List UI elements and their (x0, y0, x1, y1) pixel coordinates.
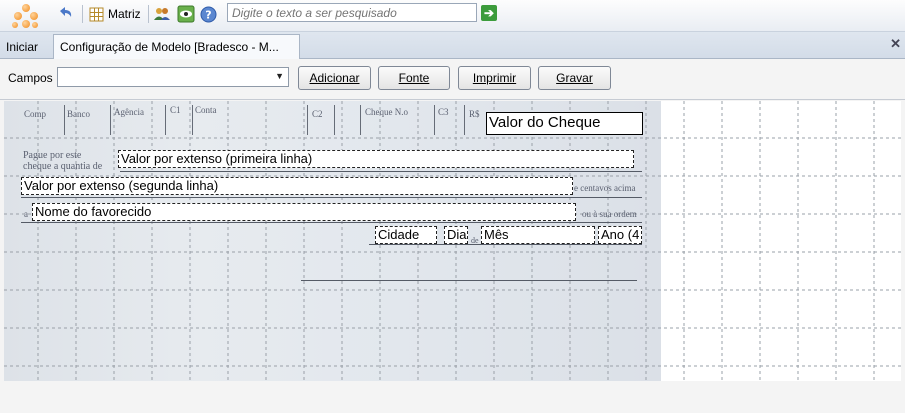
adicionar-label: Adicionar (309, 71, 360, 85)
gravar-button[interactable]: Gravar (538, 66, 611, 90)
undo-button[interactable] (56, 4, 74, 24)
view-button[interactable] (177, 4, 195, 24)
svg-text:?: ? (205, 8, 211, 21)
undo-icon (60, 7, 72, 17)
tab-strip: Iniciar Configuração de Modelo [Bradesco… (0, 32, 905, 60)
imprimir-label: Imprimir (472, 71, 517, 85)
field-valor-extenso-2[interactable]: Valor por extenso (segunda linha) (21, 177, 573, 195)
fonte-button[interactable]: Fonte (378, 66, 450, 90)
tab-configuracao-modelo[interactable]: Configuração de Modelo [Bradesco - M... (53, 34, 300, 60)
campos-select[interactable]: ▼ (57, 67, 289, 87)
printed-banco: Banco (67, 109, 90, 119)
matriz-label: Matriz (108, 7, 141, 21)
close-tab-icon[interactable]: ✕ (890, 36, 901, 52)
users-icon (154, 8, 170, 20)
printed-rs: R$ (469, 109, 480, 119)
printed-a: a (24, 209, 28, 219)
eye-icon (177, 5, 195, 23)
tab-configuracao-modelo-label: Configuração de Modelo [Bradesco - M... (60, 40, 279, 54)
arrow-right-icon: ➔ (483, 6, 495, 20)
help-icon: ? (200, 6, 217, 22)
printed-c3: C3 (438, 107, 449, 117)
campos-label: Campos (8, 71, 53, 85)
printed-pague-1: Pague por este (23, 150, 82, 161)
tab-iniciar[interactable]: Iniciar (6, 40, 38, 54)
printed-agencia: Agência (114, 107, 144, 117)
printed-c2: C2 (312, 109, 323, 119)
printed-conta: Conta (195, 105, 217, 115)
field-valor-extenso-1[interactable]: Valor por extenso (primeira linha) (118, 150, 634, 168)
matriz-button[interactable]: Matriz (89, 4, 141, 24)
field-valor-cheque[interactable]: Valor do Cheque (486, 112, 643, 135)
search-go-button[interactable]: ➔ (481, 5, 497, 21)
cheque-canvas[interactable]: Comp Banco Agência C1 Conta C2 Cheque N.… (4, 101, 901, 381)
users-button[interactable] (153, 4, 171, 24)
printed-de: de (471, 236, 479, 245)
gravar-label: Gravar (556, 71, 593, 85)
field-dia[interactable]: Dia (444, 226, 468, 244)
printed-pague-2: cheque a quantia de (23, 161, 103, 172)
printed-ordem: ou à sua ordem (582, 209, 637, 219)
printed-centavos: e centavos acima (574, 183, 636, 193)
imprimir-button[interactable]: Imprimir (458, 66, 531, 90)
fields-bar: Campos ▼ Adicionar Fonte Imprimir Gravar (0, 59, 905, 100)
fonte-label: Fonte (398, 71, 430, 85)
status-area (0, 381, 905, 413)
help-button[interactable]: ? (200, 4, 217, 24)
grid-icon (89, 7, 104, 21)
field-mes[interactable]: Mês (481, 226, 595, 244)
search-input[interactable] (227, 3, 477, 22)
chevron-down-icon: ▼ (275, 71, 284, 81)
printed-cheque-no: Cheque N.o (365, 107, 408, 117)
adicionar-button[interactable]: Adicionar (298, 66, 371, 90)
field-ano[interactable]: Ano (4 (598, 226, 642, 244)
printed-c1: C1 (170, 105, 181, 115)
field-favorecido[interactable]: Nome do favorecido (32, 203, 576, 221)
printed-comp: Comp (24, 109, 47, 119)
main-toolbar: Matriz ? ➔ (0, 0, 905, 32)
field-cidade[interactable]: Cidade (375, 226, 437, 244)
